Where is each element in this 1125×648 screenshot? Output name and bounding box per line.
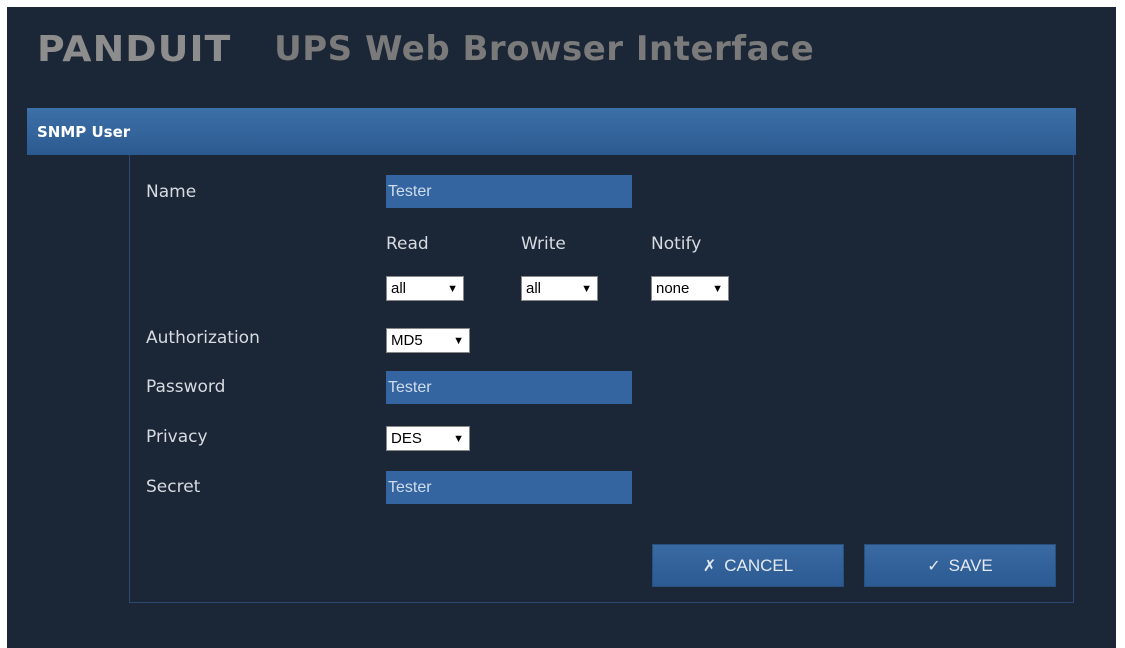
header: PANDUIT UPS Web Browser Interface xyxy=(37,25,814,73)
panduit-logo: PANDUIT xyxy=(37,28,232,70)
write-select[interactable]: all ▼ xyxy=(521,276,598,301)
name-input[interactable] xyxy=(386,175,632,208)
dropdown-arrow-icon: ▼ xyxy=(453,432,464,445)
snmp-user-form: Name Read Write Notify all ▼ all ▼ none … xyxy=(129,155,1074,603)
password-input[interactable] xyxy=(386,371,632,404)
password-label: Password xyxy=(146,377,226,397)
privacy-select[interactable]: DES ▼ xyxy=(386,426,470,451)
privacy-select-value: DES xyxy=(391,430,422,447)
dropdown-arrow-icon: ▼ xyxy=(453,334,464,347)
authorization-label: Authorization xyxy=(146,328,260,348)
write-select-value: all xyxy=(526,280,542,297)
cancel-button[interactable]: ✗ CANCEL xyxy=(652,544,844,587)
write-label: Write xyxy=(521,234,566,254)
save-button-label: SAVE xyxy=(948,555,993,575)
authorization-select-value: MD5 xyxy=(391,332,423,349)
secret-label: Secret xyxy=(146,477,201,497)
notify-select-value: none xyxy=(656,280,690,297)
read-select-value: all xyxy=(391,280,407,297)
notify-label: Notify xyxy=(651,234,702,254)
dropdown-arrow-icon: ▼ xyxy=(581,282,592,295)
cancel-button-label: CANCEL xyxy=(724,555,794,575)
read-select[interactable]: all ▼ xyxy=(386,276,464,301)
x-mark-icon: ✗ xyxy=(702,557,717,575)
app-window: PANDUIT UPS Web Browser Interface SNMP U… xyxy=(7,7,1116,648)
section-header: SNMP User xyxy=(27,108,1076,155)
authorization-select[interactable]: MD5 ▼ xyxy=(386,328,470,353)
dropdown-arrow-icon: ▼ xyxy=(712,282,723,295)
checkmark-icon: ✓ xyxy=(927,557,941,575)
dropdown-arrow-icon: ▼ xyxy=(447,282,458,295)
app-title: UPS Web Browser Interface xyxy=(274,29,815,69)
read-label: Read xyxy=(386,234,429,254)
save-button[interactable]: ✓ SAVE xyxy=(864,544,1056,587)
name-label: Name xyxy=(146,182,197,202)
secret-input[interactable] xyxy=(386,471,632,504)
section-title: SNMP User xyxy=(37,122,131,141)
privacy-label: Privacy xyxy=(146,427,208,447)
notify-select[interactable]: none ▼ xyxy=(651,276,729,301)
